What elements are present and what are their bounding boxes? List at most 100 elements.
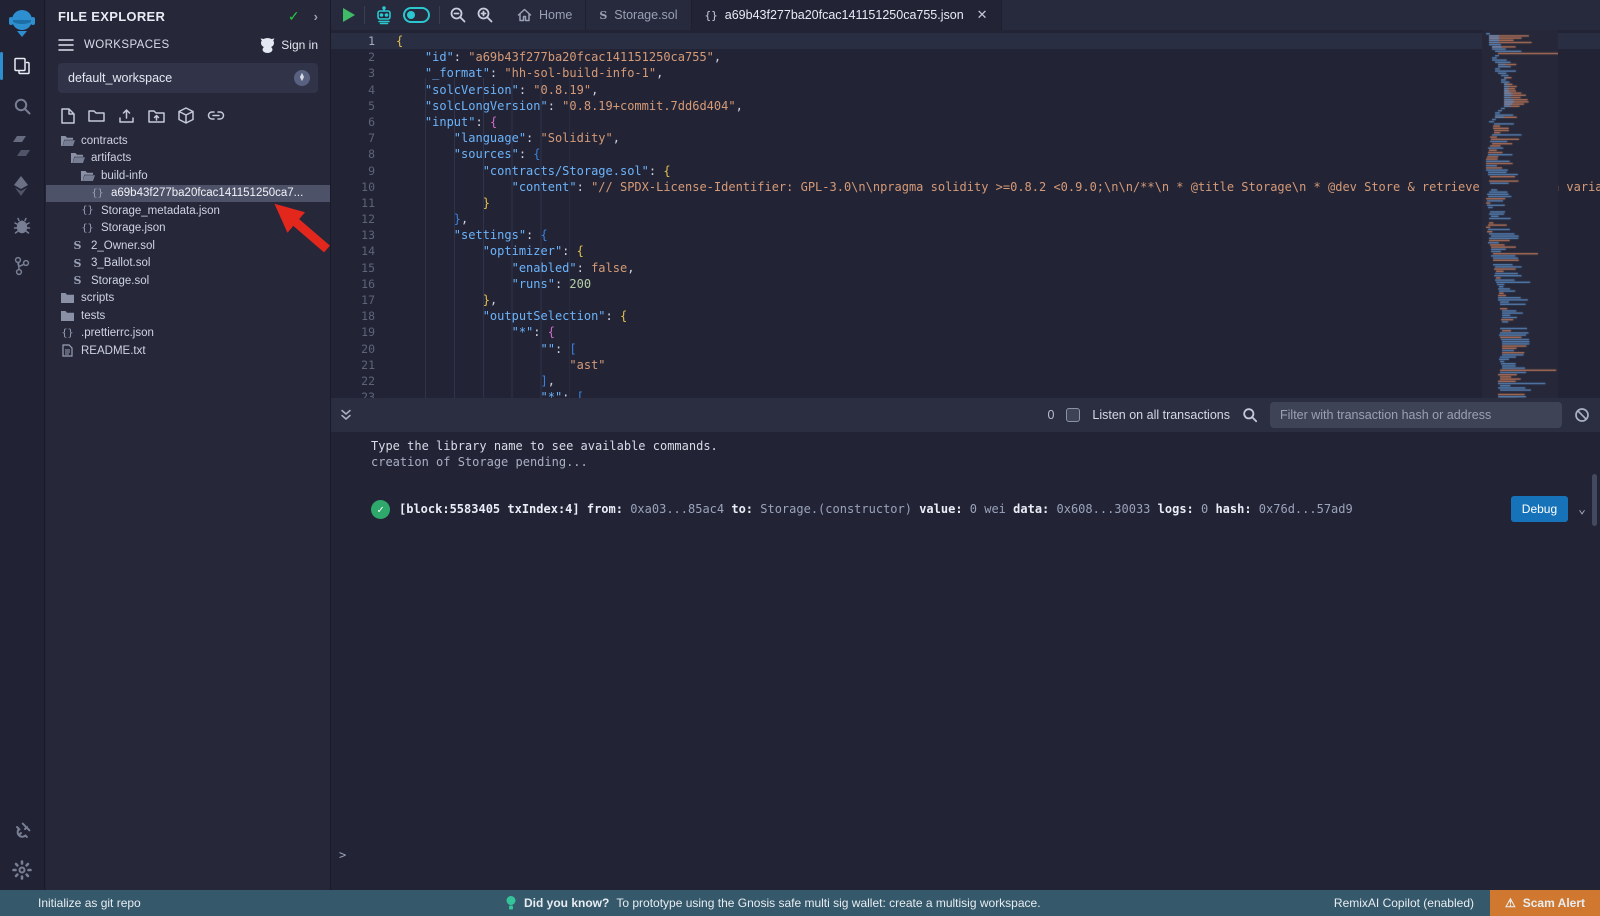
sidebar-item-file-explorer[interactable] [0,46,45,86]
tree-item-contracts[interactable]: contracts [46,132,330,150]
code-line-21[interactable]: 21 "ast" [331,357,1600,373]
code-line-15[interactable]: 15 "enabled": false, [331,260,1600,276]
transaction-count: 0 [1047,408,1054,422]
terminal-scrollbar[interactable] [1592,474,1597,526]
code-line-13[interactable]: 13 "settings": { [331,227,1600,243]
tree-item--prettierrc-json[interactable]: {}.prettierrc.json [46,325,330,343]
file-tree: contractsartifactsbuild-info{}a69b43f277… [46,132,330,360]
files-icon [12,56,32,76]
code-line-22[interactable]: 22 ], [331,373,1600,389]
did-you-know-tip: Did you know? To prototype using the Gno… [505,895,1041,911]
icon-rail [0,0,45,890]
code-line-2[interactable]: 2 "id": "a69b43f277ba20fcac141151250ca75… [331,49,1600,65]
link-icon[interactable] [207,108,225,123]
tree-item-scripts[interactable]: scripts [46,290,330,308]
tree-item-2-owner-sol[interactable]: S2_Owner.sol [46,237,330,255]
sign-in-button[interactable]: Sign in [259,37,318,53]
zoom-out-button[interactable] [449,6,467,24]
debugger-bug-icon [12,216,32,236]
tree-item-3-ballot-sol[interactable]: S3_Ballot.sol [46,255,330,273]
tree-item-artifacts[interactable]: artifacts [46,150,330,168]
workspace-select[interactable]: default_workspace ▲▼ [58,63,318,93]
copilot-status[interactable]: RemixAI Copilot (enabled) [1334,896,1474,910]
code-line-10[interactable]: 10 "content": "// SPDX-License-Identifie… [331,179,1600,195]
code-line-20[interactable]: 20 "": [ [331,341,1600,357]
solidity-file-icon: S [74,274,82,287]
new-file-icon[interactable] [61,108,75,124]
tree-item-tests[interactable]: tests [46,307,330,325]
code-editor[interactable]: 1{2 "id": "a69b43f277ba20fcac141151250ca… [331,30,1600,398]
code-line-16[interactable]: 16 "runs": 200 [331,276,1600,292]
sidebar-item-debugger[interactable] [0,206,45,246]
panel-chevron-right-icon[interactable]: › [314,9,318,24]
warning-icon: ⚠ [1505,896,1516,910]
tree-item-build-info[interactable]: build-info [46,167,330,185]
code-line-4[interactable]: 4 "solcVersion": "0.8.19", [331,82,1600,98]
code-line-17[interactable]: 17 }, [331,292,1600,308]
search-icon [1242,407,1258,423]
expand-transaction-icon[interactable]: ⌄ [1578,502,1586,517]
tree-item-a69b43f277ba20fcac141151250ca7-[interactable]: {}a69b43f277ba20fcac141151250ca7... [46,185,330,203]
file-explorer-panel: FILE EXPLORER ✓ › WORKSPACES Sign in def… [46,0,330,890]
new-folder-icon[interactable] [88,108,105,123]
scam-alert-button[interactable]: ⚠ Scam Alert [1490,890,1600,916]
folder-icon [60,310,75,322]
lightbulb-icon [505,895,517,911]
code-line-11[interactable]: 11 } [331,195,1600,211]
code-line-19[interactable]: 19 "*": { [331,324,1600,340]
gear-icon [12,860,32,880]
code-line-9[interactable]: 9 "contracts/Storage.sol": { [331,163,1600,179]
upload-folder-icon[interactable] [148,108,165,124]
sidebar-item-git[interactable] [0,246,45,286]
sidebar-item-settings[interactable] [0,850,45,890]
code-line-12[interactable]: 12 }, [331,211,1600,227]
sidebar-item-plugin-manager[interactable] [0,810,45,850]
listen-all-checkbox[interactable] [1066,408,1080,422]
clear-console-icon[interactable] [1574,407,1590,423]
collapse-terminal-icon[interactable] [339,408,353,422]
terminal-prompt[interactable]: > [339,848,346,862]
remix-logo-icon[interactable] [0,0,45,46]
deploy-run-icon [14,176,30,196]
box-icon[interactable] [178,107,194,124]
tree-item-storage-json[interactable]: {}Storage.json [46,220,330,238]
hamburger-menu-icon[interactable] [58,38,74,52]
status-bar: Initialize as git repo Did you know? To … [0,890,1600,916]
sidebar-item-deploy-run[interactable] [0,166,45,206]
close-tab-icon[interactable]: ✕ [977,7,988,23]
code-line-8[interactable]: 8 "sources": { [331,146,1600,162]
minimap[interactable] [1482,30,1558,398]
json-icon: {} [81,223,93,234]
transaction-filter-input[interactable] [1270,402,1562,428]
solidity-compiler-icon [13,136,31,156]
code-line-7[interactable]: 7 "language": "Solidity", [331,130,1600,146]
transaction-log-row[interactable]: ✓ [block:5583405 txIndex:4] from: 0xa03.… [371,496,1586,522]
tab-home[interactable]: Home [504,0,586,30]
sidebar-item-search[interactable] [0,86,45,126]
solidity-file-icon: S [74,257,82,270]
text-file-icon [62,344,73,357]
copilot-toggle[interactable] [403,7,430,23]
tab-storage-sol[interactable]: SStorage.sol [586,0,691,30]
tab-a69b43f277ba20fcac141151250ca755-json[interactable]: {}a69b43f277ba20fcac141151250ca755.json✕ [692,0,1002,30]
tree-item-storage-metadata-json[interactable]: {}Storage_metadata.json [46,202,330,220]
tree-item-storage-sol[interactable]: SStorage.sol [46,272,330,290]
upload-file-icon[interactable] [118,108,135,124]
code-line-14[interactable]: 14 "optimizer": { [331,243,1600,259]
zoom-in-button[interactable] [476,6,494,24]
code-line-3[interactable]: 3 "_format": "hh-sol-build-info-1", [331,65,1600,81]
code-line-18[interactable]: 18 "outputSelection": { [331,308,1600,324]
json-icon: {} [91,188,103,199]
code-line-5[interactable]: 5 "solcLongVersion": "0.8.19+commit.7dd6… [331,98,1600,114]
terminal[interactable]: Type the library name to see available c… [331,432,1600,890]
ai-assistant-robot-icon[interactable] [374,6,394,25]
git-init-button[interactable]: Initialize as git repo [0,896,141,910]
tree-item-readme-txt[interactable]: README.txt [46,342,330,360]
run-script-button[interactable] [343,8,355,22]
sidebar-item-solidity-compiler[interactable] [0,126,45,166]
debug-button[interactable]: Debug [1511,496,1568,522]
code-line-6[interactable]: 6 "input": { [331,114,1600,130]
github-icon [259,37,276,53]
code-line-1[interactable]: 1{ [331,33,1600,49]
code-line-23[interactable]: 23 "*": [ [331,389,1600,398]
